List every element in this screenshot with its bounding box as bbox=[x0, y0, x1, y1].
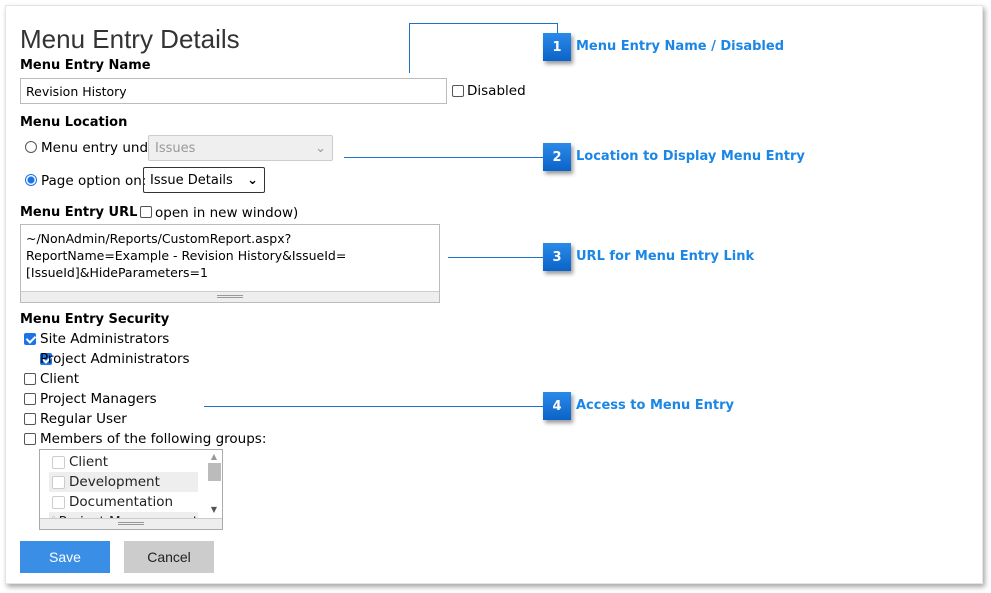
security-option-label: Project Administrators bbox=[40, 351, 190, 367]
callout-line-4 bbox=[204, 406, 543, 407]
disabled-checkbox[interactable] bbox=[452, 85, 464, 97]
page-option-radio[interactable] bbox=[25, 174, 37, 186]
url-label: Menu Entry URL bbox=[20, 205, 138, 220]
callout-badge: 3 bbox=[543, 243, 571, 271]
scroll-down-icon[interactable]: ▼ bbox=[206, 505, 222, 514]
menu-entry-under-radio[interactable] bbox=[25, 141, 37, 153]
scrollbar[interactable]: ▲ ▼ bbox=[206, 450, 222, 520]
scroll-thumb[interactable] bbox=[207, 463, 221, 481]
callout-label[interactable]: Access to Menu Entry bbox=[576, 398, 734, 413]
chevron-down-icon: ⌄ bbox=[247, 172, 258, 188]
group-list-item[interactable]: Development bbox=[49, 472, 198, 492]
security-option-label: Members of the following groups: bbox=[40, 431, 267, 447]
security-checkbox[interactable] bbox=[24, 373, 36, 385]
menu-entry-name-label: Menu Entry Name bbox=[20, 58, 151, 73]
callout-line-2 bbox=[344, 157, 543, 158]
scroll-up-icon[interactable]: ▲ bbox=[206, 452, 222, 461]
security-checkbox[interactable] bbox=[24, 393, 36, 405]
open-new-window-label: open in new window) bbox=[155, 205, 299, 221]
page-option-label: Page option on: bbox=[41, 173, 147, 189]
callout-label[interactable]: Menu Entry Name / Disabled bbox=[576, 39, 784, 54]
group-list-item[interactable]: Client bbox=[49, 452, 198, 472]
callout-line-1 bbox=[409, 23, 410, 73]
group-checkbox[interactable] bbox=[52, 495, 65, 509]
save-button[interactable]: Save bbox=[20, 541, 110, 573]
menu-entry-url-textarea[interactable]: ~/NonAdmin/Reports/CustomReport.aspx?Rep… bbox=[20, 224, 440, 303]
security-option-label: Client bbox=[40, 371, 80, 387]
menu-location-label: Menu Location bbox=[20, 115, 128, 130]
resize-handle[interactable] bbox=[21, 291, 439, 302]
chevron-down-icon: ⌄ bbox=[315, 140, 326, 156]
resize-handle[interactable] bbox=[40, 518, 222, 529]
menu-entry-name-input[interactable]: Revision History bbox=[20, 78, 447, 104]
select-value: Issue Details bbox=[150, 172, 233, 188]
menu-entry-under-select: Issues ⌄ bbox=[148, 135, 333, 161]
group-list-item[interactable]: Documentation bbox=[49, 492, 198, 512]
security-checkbox[interactable] bbox=[24, 333, 36, 345]
security-option-label: Site Administrators bbox=[40, 331, 170, 347]
callout-badge: 2 bbox=[543, 143, 571, 171]
callout-badge: 4 bbox=[543, 392, 571, 420]
select-value: Issues bbox=[155, 140, 196, 156]
security-option-label: Regular User bbox=[40, 411, 127, 427]
callout-badge: 1 bbox=[543, 33, 571, 61]
group-checkbox[interactable] bbox=[52, 455, 65, 469]
callout-label[interactable]: URL for Menu Entry Link bbox=[576, 249, 754, 264]
callout-label[interactable]: Location to Display Menu Entry bbox=[576, 149, 805, 164]
open-new-window-checkbox[interactable] bbox=[140, 206, 152, 218]
callout-line-1 bbox=[409, 23, 557, 24]
disabled-label: Disabled bbox=[467, 83, 526, 99]
menu-entry-url-heading: Menu Entry URL ( bbox=[20, 205, 147, 220]
security-checkbox[interactable] bbox=[24, 433, 36, 445]
group-label: Development bbox=[69, 474, 160, 490]
menu-entry-security-label: Menu Entry Security bbox=[20, 312, 170, 327]
security-checkbox[interactable] bbox=[24, 413, 36, 425]
page-option-select[interactable]: Issue Details ⌄ bbox=[143, 167, 265, 193]
callout-line-1 bbox=[557, 23, 558, 33]
security-option-label: Project Managers bbox=[40, 391, 157, 407]
page-title: Menu Entry Details bbox=[20, 24, 240, 54]
callout-line-3 bbox=[448, 257, 543, 258]
group-label: Documentation bbox=[69, 494, 174, 510]
url-text: ~/NonAdmin/Reports/CustomReport.aspx?Rep… bbox=[26, 231, 347, 280]
cancel-button[interactable]: Cancel bbox=[124, 541, 214, 573]
group-checkbox[interactable] bbox=[52, 475, 65, 489]
group-label: Client bbox=[69, 454, 109, 470]
groups-listbox[interactable]: ClientDevelopmentDocumentationProject Ma… bbox=[39, 449, 223, 530]
